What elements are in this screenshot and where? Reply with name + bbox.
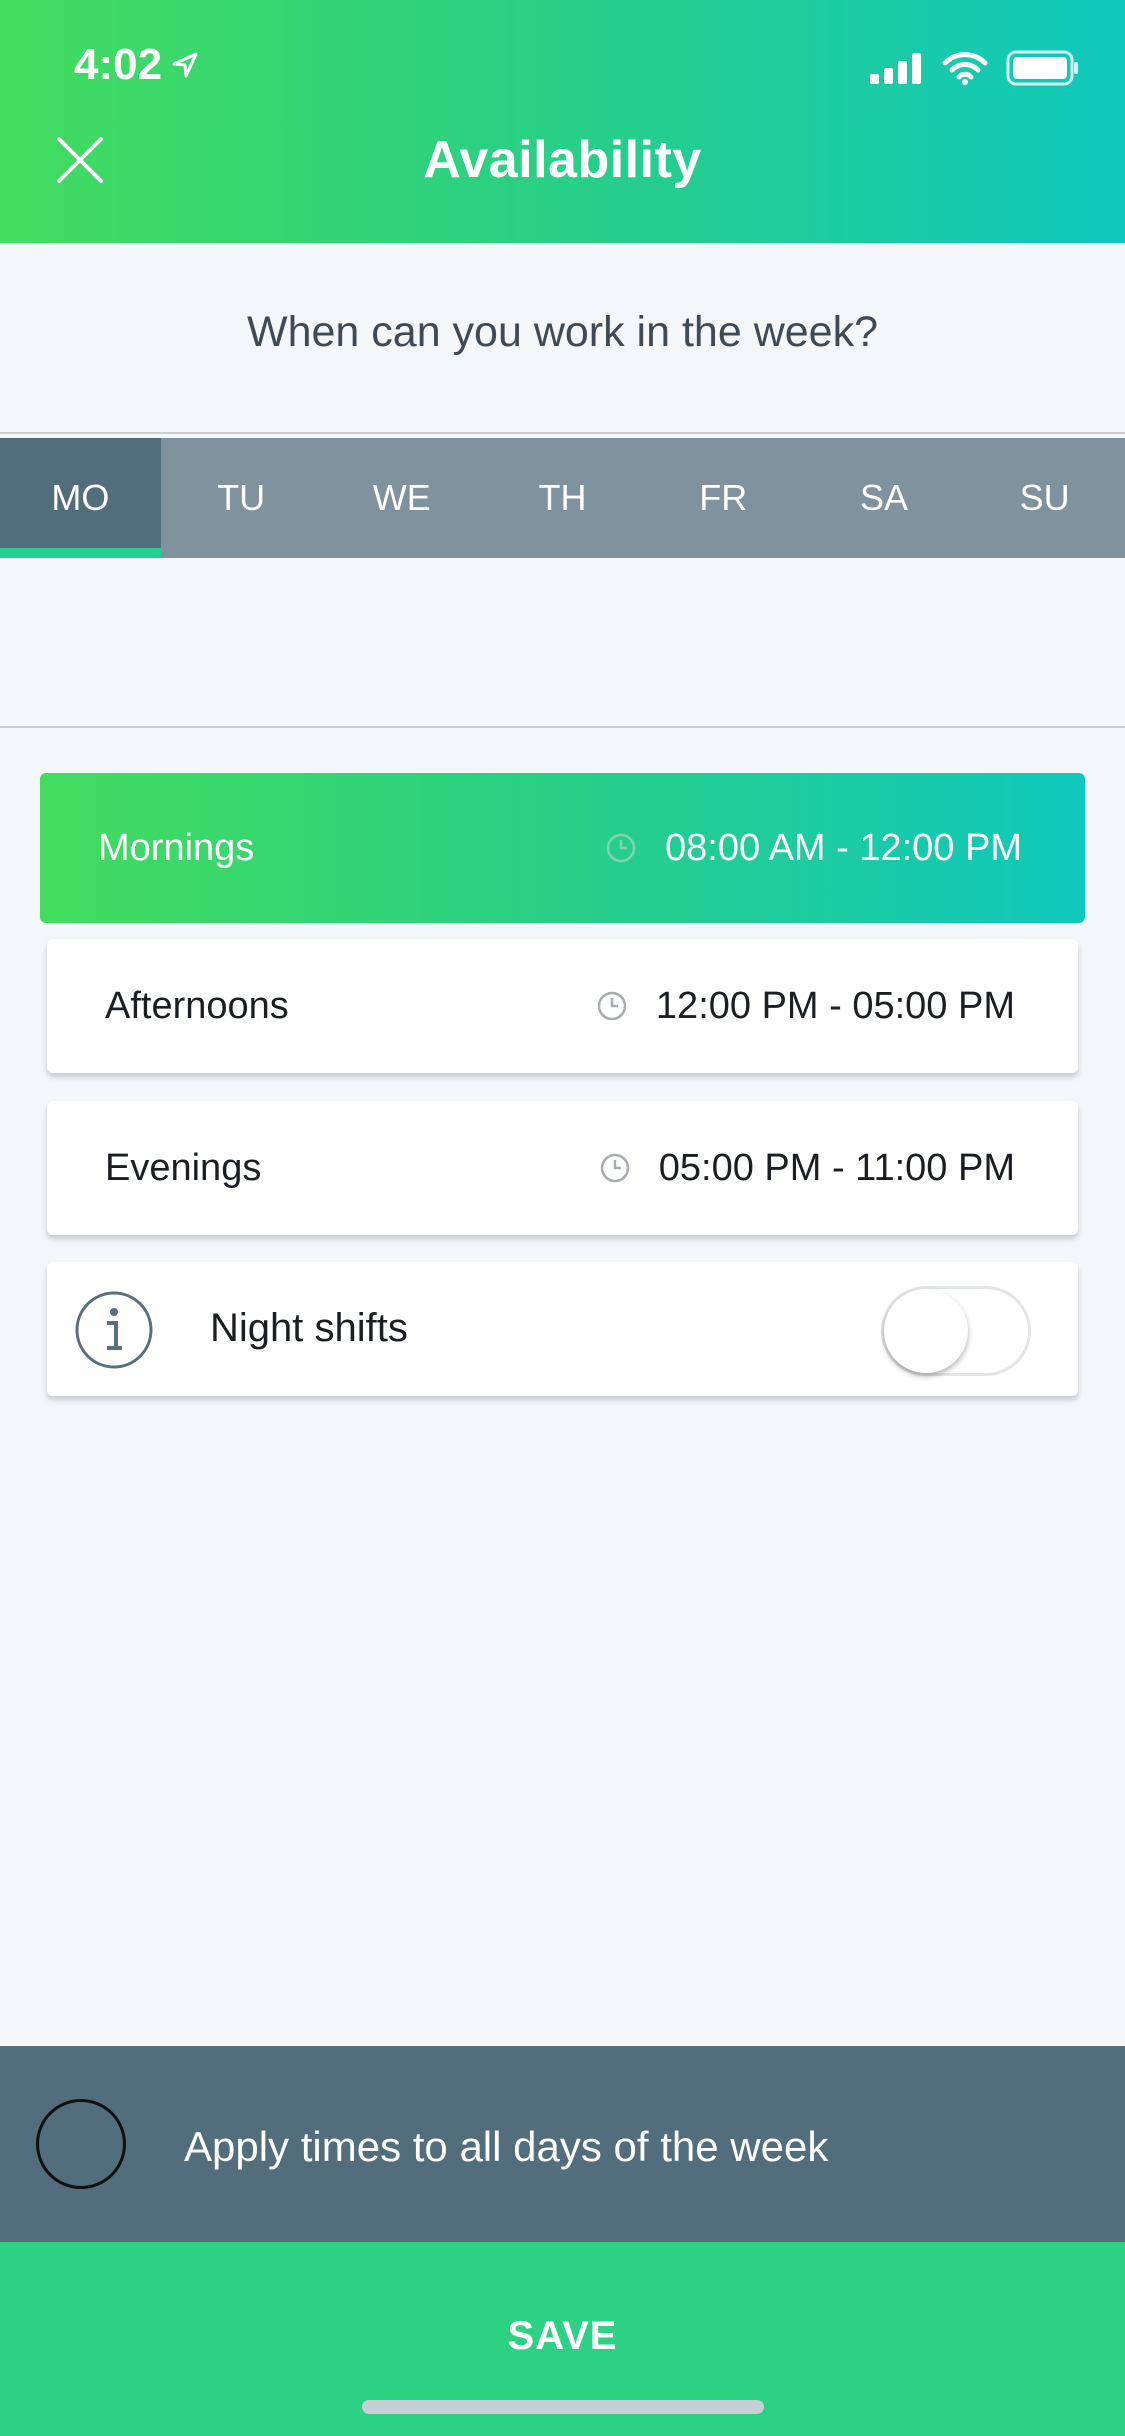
slot-label: Mornings (98, 826, 255, 869)
slot-time-text: 05:00 PM - 11:00 PM (658, 1146, 1015, 1189)
slot-time: 05:00 PM - 11:00 PM (599, 1147, 1015, 1190)
apply-all-radio[interactable] (36, 2099, 126, 2189)
tab-sunday[interactable]: SU (964, 438, 1125, 558)
clock-icon (606, 833, 636, 863)
status-time: 4:02 (74, 40, 200, 90)
location-arrow-icon (172, 52, 198, 78)
status-time-text: 4:02 (74, 40, 163, 89)
page-title: Availability (423, 131, 702, 189)
tab-monday[interactable]: MO (0, 438, 161, 558)
tab-tuesday[interactable]: TU (161, 438, 322, 558)
status-icons (870, 50, 1080, 86)
apply-all-row[interactable]: Apply times to all days of the week (0, 2046, 1125, 2242)
slot-label: Afternoons (105, 984, 289, 1027)
slot-afternoons[interactable]: Afternoons 12:00 PM - 05:00 PM (47, 939, 1078, 1073)
tab-wednesday[interactable]: WE (321, 438, 482, 558)
header: 4:02 Availability (0, 0, 1125, 243)
divider (0, 432, 1125, 434)
slot-time-text: 08:00 AM - 12:00 PM (665, 826, 1022, 869)
home-indicator (362, 2400, 764, 2414)
slot-evenings[interactable]: Evenings 05:00 PM - 11:00 PM (47, 1101, 1078, 1235)
night-shifts-row: Night shifts (47, 1262, 1078, 1396)
slot-label: Evenings (105, 1146, 262, 1189)
battery-icon (1006, 50, 1078, 86)
slot-mornings[interactable]: Mornings 08:00 AM - 12:00 PM (40, 773, 1085, 923)
signal-icon (870, 53, 921, 84)
night-shifts-toggle[interactable] (881, 1286, 1031, 1376)
apply-all-label: Apply times to all days of the week (184, 2123, 829, 2170)
availability-question: When can you work in the week? (247, 308, 878, 356)
day-tabs: MO TU WE TH FR SA SU (0, 438, 1125, 558)
divider (0, 726, 1125, 728)
wifi-icon (942, 52, 988, 85)
slot-time: 12:00 PM - 05:00 PM (596, 985, 1015, 1028)
clock-icon (600, 1153, 629, 1183)
slot-time-text: 12:00 PM - 05:00 PM (655, 984, 1015, 1027)
toggle-knob (884, 1289, 968, 1373)
tab-thursday[interactable]: TH (482, 438, 643, 558)
tab-friday[interactable]: FR (643, 438, 804, 558)
info-icon[interactable] (74, 1290, 154, 1370)
tab-saturday[interactable]: SA (804, 438, 965, 558)
night-shifts-label: Night shifts (210, 1306, 408, 1350)
clock-icon (597, 991, 627, 1021)
slot-time: 08:00 AM - 12:00 PM (605, 827, 1022, 870)
